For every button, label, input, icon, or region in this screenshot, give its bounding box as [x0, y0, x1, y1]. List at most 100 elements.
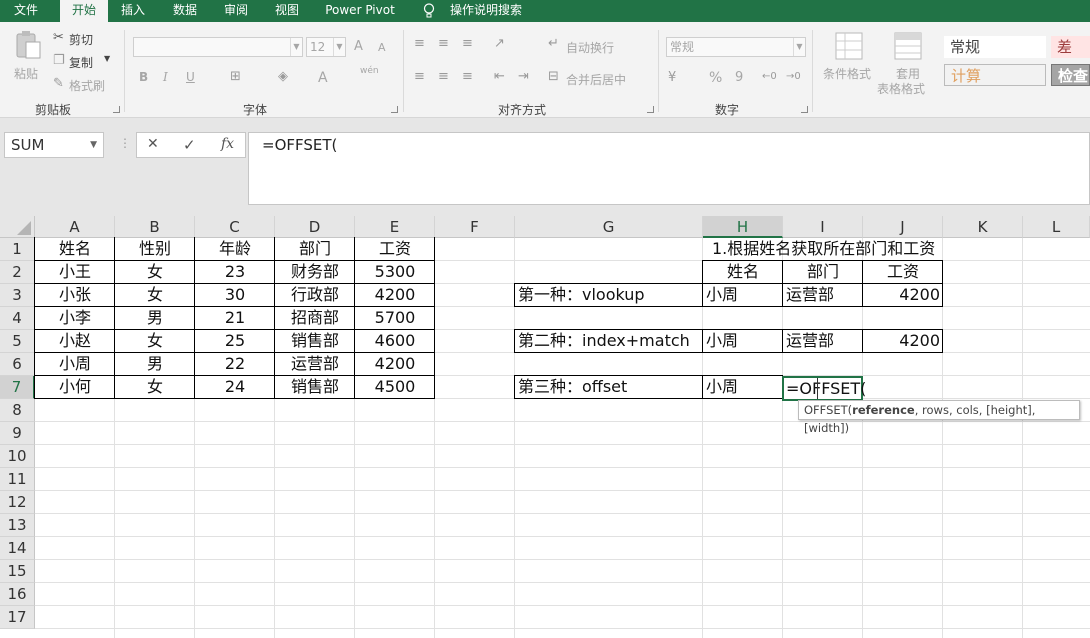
row-header-2[interactable]: 2 [0, 261, 35, 284]
row-header-7[interactable]: 7 [0, 376, 35, 399]
comma-button[interactable]: 9 [735, 70, 743, 85]
row-header-11[interactable]: 11 [0, 468, 35, 491]
align-bottom-icon[interactable]: ≡ [462, 36, 473, 52]
row-header-10[interactable]: 10 [0, 445, 35, 468]
data-cell[interactable]: 销售部 [275, 376, 355, 399]
row-header-4[interactable]: 4 [0, 307, 35, 330]
data-cell[interactable]: 小李 [35, 307, 115, 330]
select-all-corner[interactable] [0, 216, 35, 238]
data-cell[interactable]: 21 [195, 307, 275, 330]
style-calculation[interactable]: 计算 [944, 64, 1046, 86]
alignment-launcher-icon[interactable] [647, 106, 654, 113]
italic-button[interactable]: I [163, 70, 168, 84]
data-cell[interactable]: 女 [115, 330, 195, 353]
formula-input[interactable]: =OFFSET( [248, 132, 1090, 205]
grow-font-button[interactable]: A [354, 39, 363, 54]
column-header-c[interactable]: C [195, 216, 275, 238]
column-header-j[interactable]: J [863, 216, 943, 238]
data-cell[interactable]: 5700 [355, 307, 435, 330]
merge-center-button[interactable]: 合并后居中 [566, 71, 626, 88]
insert-function-icon[interactable]: fx [221, 136, 234, 152]
align-center-icon[interactable]: ≡ [438, 69, 449, 85]
row-header-3[interactable]: 3 [0, 284, 35, 307]
cancel-icon[interactable]: ✕ [147, 136, 159, 152]
row-header-6[interactable]: 6 [0, 353, 35, 376]
data-cell[interactable]: 23 [195, 261, 275, 284]
borders-icon[interactable]: ⊞ [230, 69, 241, 85]
copy-button[interactable]: 复制 [69, 54, 93, 71]
header-cell[interactable]: 部门 [783, 261, 863, 284]
header-cell[interactable]: 姓名 [35, 238, 115, 261]
conditional-format-button[interactable]: 条件格式 [823, 65, 871, 82]
format-as-table-line2[interactable]: 表格格式 [877, 80, 925, 97]
row-header-17[interactable]: 17 [0, 606, 35, 629]
row-header-14[interactable]: 14 [0, 537, 35, 560]
header-cell[interactable]: 姓名 [703, 261, 783, 284]
data-cell[interactable]: 5300 [355, 261, 435, 284]
font-size-combo[interactable]: 12 ▼ [306, 37, 346, 57]
header-cell[interactable]: 部门 [275, 238, 355, 261]
underline-button[interactable]: U [186, 70, 195, 84]
data-cell[interactable]: 销售部 [275, 330, 355, 353]
data-cell[interactable]: 24 [195, 376, 275, 399]
increase-indent-icon[interactable]: ⇥ [518, 69, 529, 85]
column-header-f[interactable]: F [435, 216, 515, 238]
row-header-5[interactable]: 5 [0, 330, 35, 353]
data-cell[interactable]: 财务部 [275, 261, 355, 284]
data-cell[interactable]: 25 [195, 330, 275, 353]
data-cell[interactable]: 4500 [355, 376, 435, 399]
data-cell[interactable]: 22 [195, 353, 275, 376]
column-header-e[interactable]: E [355, 216, 435, 238]
name-box[interactable]: SUM ▼ [4, 132, 104, 158]
tab-file[interactable]: 文件 [0, 0, 52, 22]
number-format-combo[interactable]: 常规 ▼ [666, 37, 806, 57]
row-header-12[interactable]: 12 [0, 491, 35, 514]
row-header-15[interactable]: 15 [0, 560, 35, 583]
align-left-icon[interactable]: ≡ [414, 69, 425, 85]
tab-home[interactable]: 开始 [60, 0, 108, 23]
orientation-icon[interactable]: ↗ [494, 36, 505, 52]
percent-button[interactable]: % [709, 70, 722, 86]
row-header-13[interactable]: 13 [0, 514, 35, 537]
section-title[interactable]: 1.根据姓名获取所在部门和工资 [712, 238, 935, 261]
header-cell[interactable]: 性别 [115, 238, 195, 261]
style-bad[interactable]: 差 [1051, 36, 1090, 58]
data-cell[interactable]: 小何 [35, 376, 115, 399]
wrap-text-button[interactable]: 自动换行 [566, 39, 614, 56]
font-launcher-icon[interactable] [391, 106, 398, 113]
data-cell[interactable]: 4200 [355, 284, 435, 307]
format-painter-button[interactable]: 格式刷 [69, 77, 105, 94]
font-name-combo[interactable]: ▼ [133, 37, 303, 57]
decrease-indent-icon[interactable]: ⇤ [494, 69, 505, 85]
row-header-8[interactable]: 8 [0, 399, 35, 422]
data-cell[interactable]: 男 [115, 307, 195, 330]
data-cell[interactable]: 女 [115, 284, 195, 307]
bold-button[interactable]: B [139, 70, 148, 84]
data-cell[interactable]: 女 [115, 261, 195, 284]
align-right-icon[interactable]: ≡ [462, 69, 473, 85]
salary-cell[interactable]: 4200 [863, 330, 943, 353]
enter-icon[interactable]: ✓ [183, 136, 196, 154]
data-cell[interactable]: 小周 [35, 353, 115, 376]
increase-decimal-icon[interactable]: ←0 [762, 69, 777, 85]
style-normal[interactable]: 常规 [944, 36, 1046, 58]
data-cell[interactable]: 30 [195, 284, 275, 307]
tab-insert[interactable]: 插入 [113, 0, 153, 22]
align-top-icon[interactable]: ≡ [414, 36, 425, 52]
tab-power-pivot[interactable]: Power Pivot [318, 0, 402, 22]
data-cell[interactable]: 男 [115, 353, 195, 376]
decrease-decimal-icon[interactable]: →0 [786, 69, 801, 85]
paste-button[interactable]: 粘贴 [14, 65, 38, 82]
dept-cell[interactable]: 运营部 [783, 284, 863, 307]
column-header-i[interactable]: I [783, 216, 863, 238]
cut-button[interactable]: 剪切 [69, 31, 93, 48]
column-header-d[interactable]: D [275, 216, 355, 238]
header-cell[interactable]: 工资 [355, 238, 435, 261]
row-header-9[interactable]: 9 [0, 422, 35, 445]
tab-view[interactable]: 视图 [267, 0, 307, 22]
name-cell[interactable]: 小周 [703, 330, 783, 353]
phonetic-button[interactable]: wén [360, 66, 379, 76]
salary-cell[interactable]: 4200 [863, 284, 943, 307]
data-cell[interactable]: 行政部 [275, 284, 355, 307]
splitter-handle[interactable]: ⋮ [119, 136, 131, 154]
